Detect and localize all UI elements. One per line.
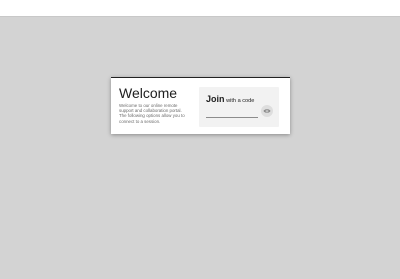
reveal-code-button[interactable] <box>261 105 273 117</box>
join-heading-rest: with a code <box>224 98 255 104</box>
join-heading: Join with a code <box>206 93 254 106</box>
join-heading-strong: Join <box>206 94 225 104</box>
session-code-input[interactable] <box>206 114 258 124</box>
welcome-card: Welcome Welcome to our online remote sup… <box>111 77 290 134</box>
join-with-code-panel: Join with a code <box>199 87 279 127</box>
eye-icon <box>263 109 271 113</box>
top-bar <box>0 0 400 17</box>
code-input-wrapper <box>206 107 258 124</box>
welcome-title: Welcome <box>119 85 178 101</box>
welcome-description: Welcome to our online remote support and… <box>119 103 185 124</box>
